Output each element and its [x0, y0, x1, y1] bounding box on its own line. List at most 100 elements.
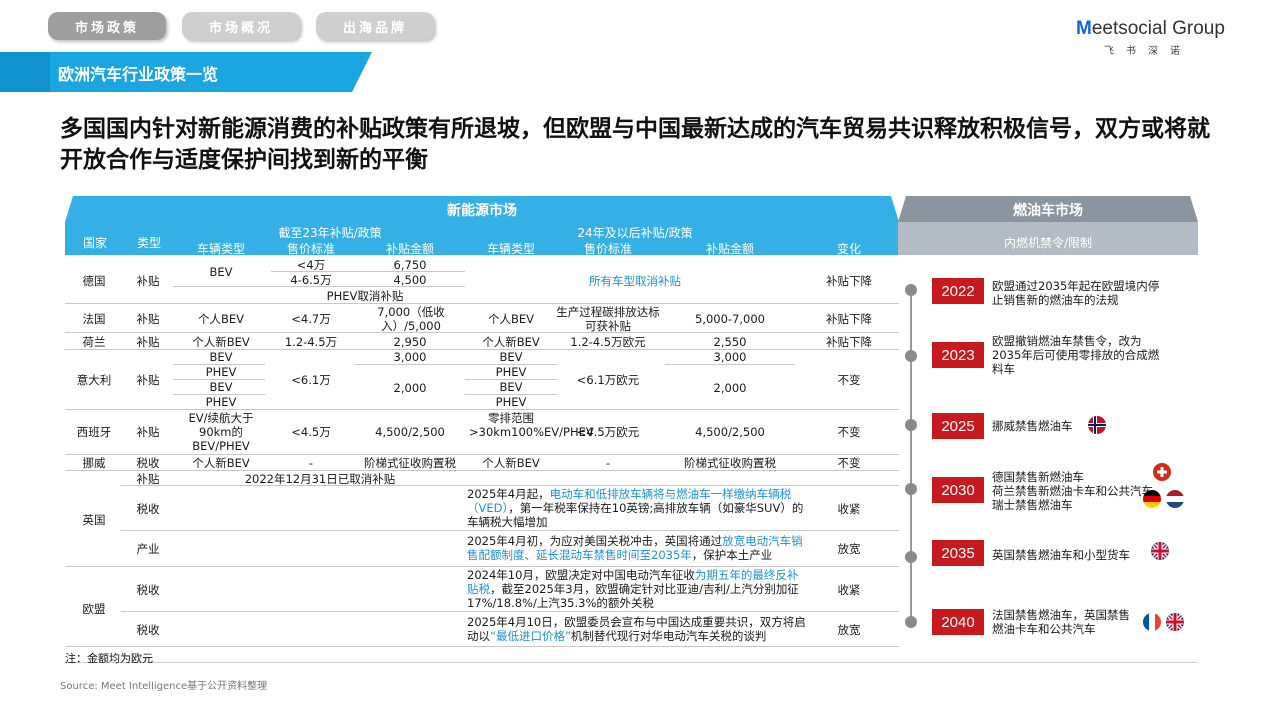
row-france-price-2024: 生产过程碳排放达标可获补贴 — [556, 305, 660, 333]
row-spain-price-2024: <4.5万欧元 — [576, 425, 640, 439]
row-norway-amount: 阶梯式征收购置税 — [364, 456, 456, 470]
tab-overseas-brands[interactable]: 出海品牌 — [316, 12, 434, 40]
row-norway-vehicle-2024: 个人新BEV — [482, 456, 540, 470]
row-italy-amount-a: 3,000 — [393, 350, 427, 364]
sub-amount-2024: 补贴金额 — [705, 242, 754, 256]
sub-amount-2023: 补贴金额 — [385, 242, 434, 256]
year-2030-badge: 2030 — [932, 477, 984, 503]
row-uk-tax-change: 收紧 — [837, 502, 861, 516]
row-uk-industry-text: 2025年4月初，为应对美国关税冲击，英国将通过放宽电动汽车销售配额制度、延长混… — [467, 534, 807, 562]
row-germany-change: 补贴下降 — [826, 274, 872, 288]
col-type-header: 类型 — [136, 236, 161, 250]
divider — [173, 394, 265, 395]
row-italy-amount-b: 2,000 — [393, 381, 427, 395]
group-2024-header: 24年及以后补贴/政策 — [577, 226, 693, 240]
row-eu-tax2-text-b: 机制替代现行对华电动汽车关税的谈判 — [570, 629, 767, 643]
row-norway-type: 税收 — [136, 456, 160, 470]
row-italy-type: 补贴 — [136, 373, 160, 387]
row-germany-phev: PHEV取消补贴 — [326, 289, 404, 303]
logo-subtitle: 飞书深诺 — [1104, 46, 1192, 57]
row-spain-country: 西班牙 — [76, 425, 112, 439]
row-eu-tax2-highlight: “最低进口价格” — [490, 629, 571, 643]
row-spain-change: 不变 — [837, 425, 861, 439]
row-netherlands-change: 补贴下降 — [826, 335, 872, 349]
sub-price-2024: 售价标准 — [583, 242, 632, 256]
row-netherlands-country: 荷兰 — [82, 335, 106, 349]
year-2022-badge: 2022 — [932, 278, 984, 304]
row-netherlands-vehicle: 个人新BEV — [192, 335, 250, 349]
ice-market-header: 燃油车市场 — [1013, 203, 1083, 219]
divider — [65, 303, 899, 304]
row-eu-tax1-change: 收紧 — [837, 583, 861, 597]
row-germany-amount-b: 4,500 — [393, 273, 427, 287]
divider — [121, 485, 899, 486]
uk-flag-icon — [1166, 613, 1184, 631]
germany-flag-icon — [1143, 490, 1161, 508]
row-france-type: 补贴 — [136, 312, 160, 326]
logo-mark: M — [1076, 18, 1092, 39]
bottom-divider — [65, 662, 1198, 663]
divider — [65, 409, 899, 410]
row-uk-subsidy-text: 2022年12月31日已取消补贴 — [244, 472, 396, 486]
divider — [355, 364, 465, 365]
year-2035-text: 英国禁售燃油车和小型货车 — [992, 548, 1130, 562]
row-spain-amount-2024: 4,500/2,500 — [695, 425, 765, 439]
row-uk-tax-type: 税收 — [136, 502, 160, 516]
row-uk-industry-text-a: 2025年4月初，为应对美国关税冲击，英国将通过 — [467, 534, 723, 548]
row-eu-tax2-type: 税收 — [136, 623, 160, 637]
logo-name: eetsocial Group — [1091, 18, 1225, 39]
sub-price-2023: 售价标准 — [286, 242, 335, 256]
row-italy-vehicle-2024-2: PHEV — [495, 365, 527, 379]
row-italy-vehicle-2024-3: BEV — [499, 380, 523, 394]
row-germany-price-b: 4-6.5万 — [290, 273, 332, 287]
timeline-dot — [905, 483, 917, 495]
divider — [121, 530, 899, 531]
row-germany-country: 德国 — [82, 274, 106, 288]
row-uk-tax-text: 2025年4月起，电动车和低排放车辆将与燃油车一样缴纳车辆税（VED），第一年税… — [467, 487, 807, 529]
row-eu-country: 欧盟 — [82, 602, 106, 616]
row-netherlands-price-2024: 1.2-4.5万欧元 — [570, 335, 646, 349]
row-italy-vehicle-2024-1: BEV — [499, 350, 523, 364]
uk-flag-icon — [1151, 542, 1169, 560]
page-headline: 多国国内针对新能源消费的补贴政策有所退坡，但欧盟与中国最新达成的汽车贸易共识释放… — [60, 116, 1210, 173]
row-netherlands-amount: 2,950 — [393, 335, 427, 349]
year-2022-text: 欧盟通过2035年起在欧盟境内停止销售新的燃油车的法规 — [992, 279, 1160, 307]
row-germany-type: 补贴 — [136, 274, 160, 288]
row-uk-industry-text-b: ，保护本土产业 — [691, 548, 773, 562]
row-france-vehicle: 个人BEV — [197, 312, 245, 326]
row-germany-vehicle: BEV — [209, 265, 233, 279]
row-france-amount: 7,000（低收入）/5,000 — [377, 305, 445, 333]
row-germany-2024: 所有车型取消补贴 — [589, 274, 681, 288]
year-2023-text: 欧盟撤销燃油车禁售令，改为2035年后可使用零排放的合成燃料车 — [992, 334, 1160, 376]
row-france-change: 补贴下降 — [826, 312, 872, 326]
year-2035-badge: 2035 — [932, 540, 984, 566]
divider — [65, 332, 899, 333]
sub-vehicle-2024: 车辆类型 — [486, 242, 535, 256]
row-italy-vehicle-3: BEV — [209, 380, 233, 394]
row-france-price: <4.7万 — [291, 312, 331, 326]
row-norway-change: 不变 — [837, 456, 861, 470]
timeline-dot — [905, 284, 917, 296]
timeline-dot — [905, 551, 917, 563]
divider — [65, 470, 899, 471]
tab-market-policy[interactable]: 市场政策 — [48, 12, 166, 40]
section-banner: 欧洲汽车行业政策一览 — [0, 52, 372, 92]
row-france-vehicle-2024: 个人BEV — [487, 312, 535, 326]
timeline-dot — [905, 616, 917, 628]
switzerland-flag-icon — [1153, 463, 1171, 481]
col-change-header: 变化 — [836, 242, 861, 256]
year-2040-text: 法国禁售燃油车，英国禁售燃油卡车和公共汽车 — [992, 608, 1130, 636]
row-uk-tax-text-b: ，第一年税率保持在10英镑;高排放车辆（如豪华SUV）的车辆税大幅增加 — [467, 501, 804, 529]
divider — [173, 286, 465, 287]
row-spain-price: <4.5万 — [291, 425, 331, 439]
timeline-dot — [905, 419, 917, 431]
timeline-dot — [905, 350, 917, 362]
row-norway-price-2024: - — [605, 456, 611, 470]
row-spain-type: 补贴 — [136, 425, 160, 439]
divider — [465, 364, 557, 365]
row-netherlands-amount-2024: 2,550 — [713, 335, 747, 349]
tab-market-overview[interactable]: 市场概况 — [182, 12, 300, 40]
row-eu-tax2-text: 2025年4月10日，欧盟委员会宣布与中国达成重要共识，双方将启动以“最低进口价… — [467, 615, 807, 643]
row-eu-tax1-type: 税收 — [136, 583, 160, 597]
row-italy-vehicle-2024-4: PHEV — [495, 395, 527, 409]
